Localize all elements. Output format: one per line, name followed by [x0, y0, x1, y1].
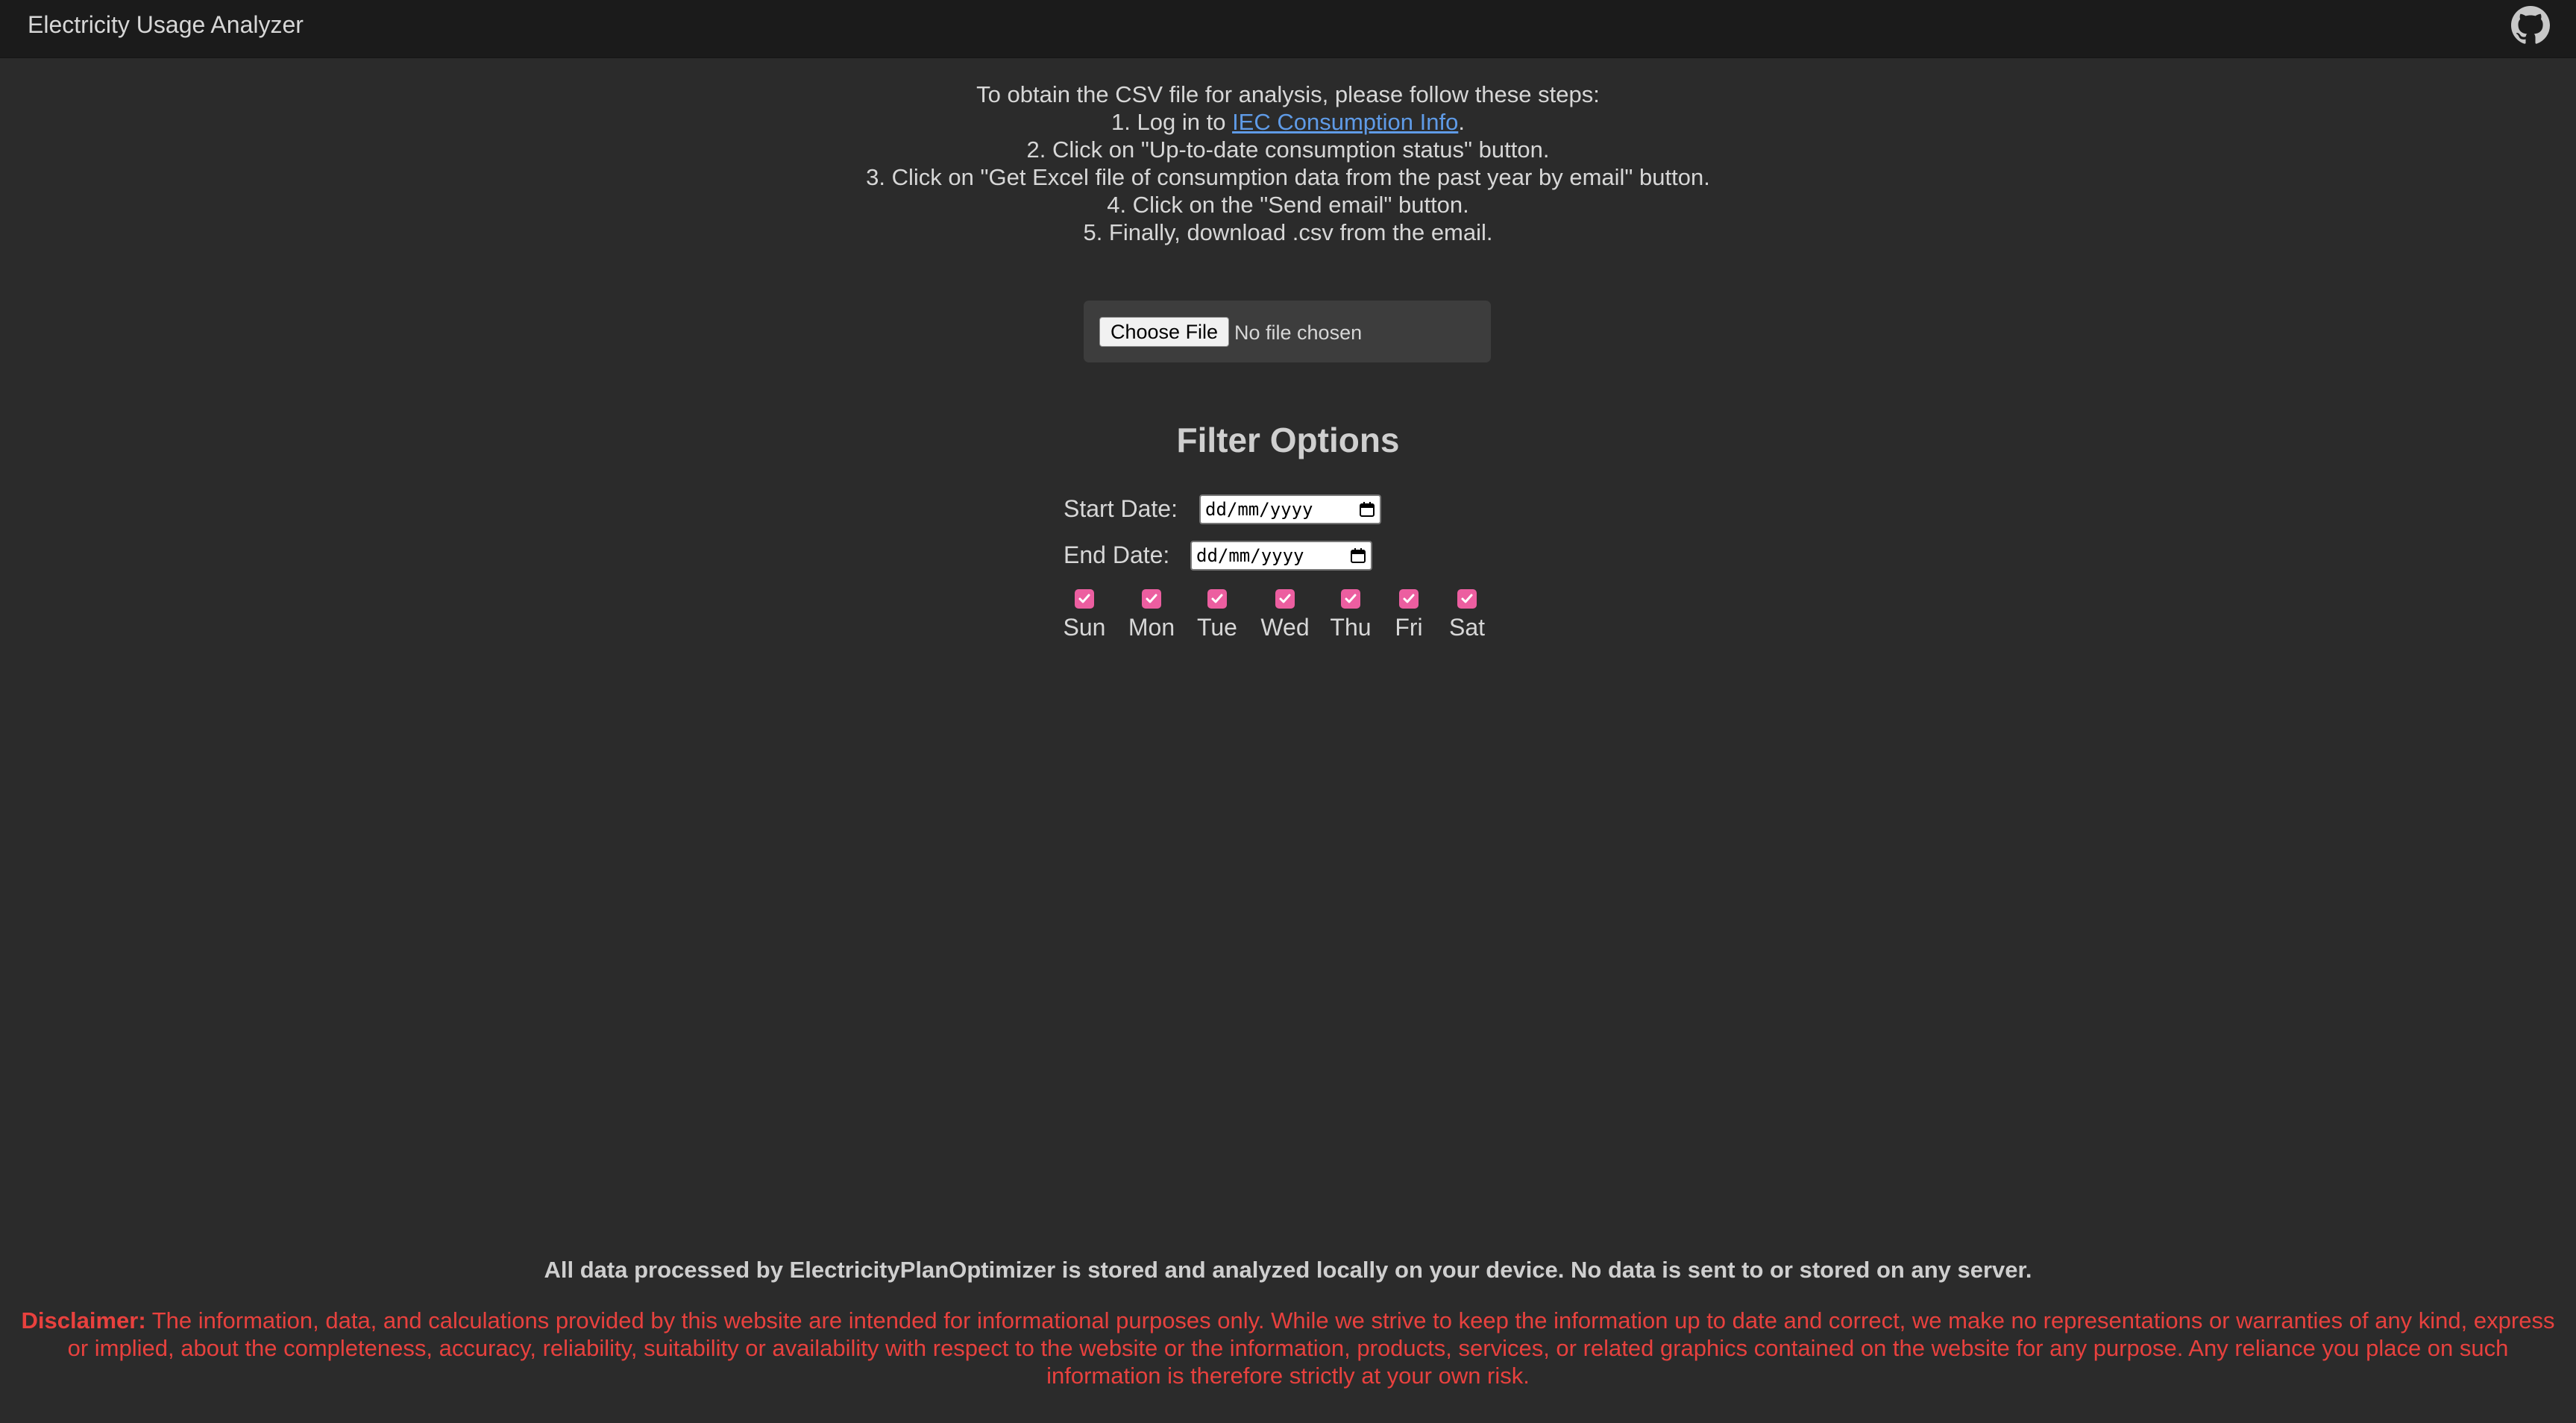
day-filter-sun[interactable]: Sun [1055, 589, 1114, 641]
disclaimer-label: Disclaimer: [21, 1307, 146, 1334]
calendar-icon[interactable] [1359, 501, 1375, 518]
iec-consumption-link[interactable]: IEC Consumption Info [1232, 109, 1458, 135]
tue-checkbox[interactable] [1207, 589, 1227, 609]
sat-label: Sat [1448, 614, 1486, 641]
instructions-step-5: 5. Finally, download .csv from the email… [1083, 219, 1493, 245]
file-upload-box: Choose File No file chosen [1084, 301, 1491, 362]
mon-label: Mon [1128, 614, 1175, 641]
end-date-label: End Date: [1064, 541, 1170, 568]
thu-checkbox[interactable] [1341, 589, 1360, 609]
day-filter-wed[interactable]: Wed [1255, 589, 1315, 641]
day-filter-mon[interactable]: Mon [1122, 589, 1181, 641]
disclaimer: Disclaimer: The information, data, and c… [9, 1307, 2567, 1389]
filter-options-title: Filter Options [1176, 421, 1400, 459]
start-date-input[interactable]: dd/mm/yyyy [1199, 494, 1381, 524]
wed-label: Wed [1260, 614, 1310, 641]
tue-label: Tue [1197, 614, 1237, 641]
sun-label: Sun [1063, 614, 1106, 641]
top-navbar: Electricity Usage Analyzer [0, 0, 2576, 58]
fri-label: Fri [1395, 614, 1423, 641]
step-1-suffix: . [1458, 109, 1465, 135]
github-icon[interactable] [2511, 6, 2550, 45]
day-filter-sat[interactable]: Sat [1437, 589, 1497, 641]
csv-instructions: To obtain the CSV file for analysis, ple… [0, 81, 2576, 246]
day-filter-thu[interactable]: Thu [1321, 589, 1380, 641]
end-date-placeholder: dd/mm/yyyy [1196, 545, 1304, 566]
instructions-step-3: 3. Click on "Get Excel file of consumpti… [866, 164, 1710, 190]
app-title: Electricity Usage Analyzer [28, 11, 304, 38]
wed-checkbox[interactable] [1275, 589, 1295, 609]
choose-file-button[interactable]: Choose File [1099, 317, 1230, 347]
start-date-placeholder: dd/mm/yyyy [1205, 499, 1313, 520]
disclaimer-text: The information, data, and calculations … [67, 1307, 2555, 1389]
fri-checkbox[interactable] [1399, 589, 1419, 609]
day-filter-tue[interactable]: Tue [1187, 589, 1247, 641]
day-filter-fri[interactable]: Fri [1379, 589, 1439, 641]
start-date-label: Start Date: [1064, 495, 1178, 522]
file-status: No file chosen [1234, 321, 1363, 344]
thu-label: Thu [1330, 614, 1372, 641]
instructions-step-4: 4. Click on the "Send email" button. [1107, 192, 1469, 218]
instructions-step-1: 1. Log in to IEC Consumption Info. [0, 108, 2576, 136]
privacy-notice: All data processed by ElectricityPlanOpt… [544, 1257, 2032, 1283]
calendar-icon[interactable] [1350, 547, 1366, 564]
step-1-prefix: 1. Log in to [1111, 109, 1233, 135]
instructions-intro: To obtain the CSV file for analysis, ple… [976, 81, 1600, 107]
instructions-step-2: 2. Click on "Up-to-date consumption stat… [1026, 136, 1550, 163]
sat-checkbox[interactable] [1457, 589, 1477, 609]
sun-checkbox[interactable] [1075, 589, 1094, 609]
mon-checkbox[interactable] [1142, 589, 1161, 609]
end-date-input[interactable]: dd/mm/yyyy [1190, 541, 1372, 571]
